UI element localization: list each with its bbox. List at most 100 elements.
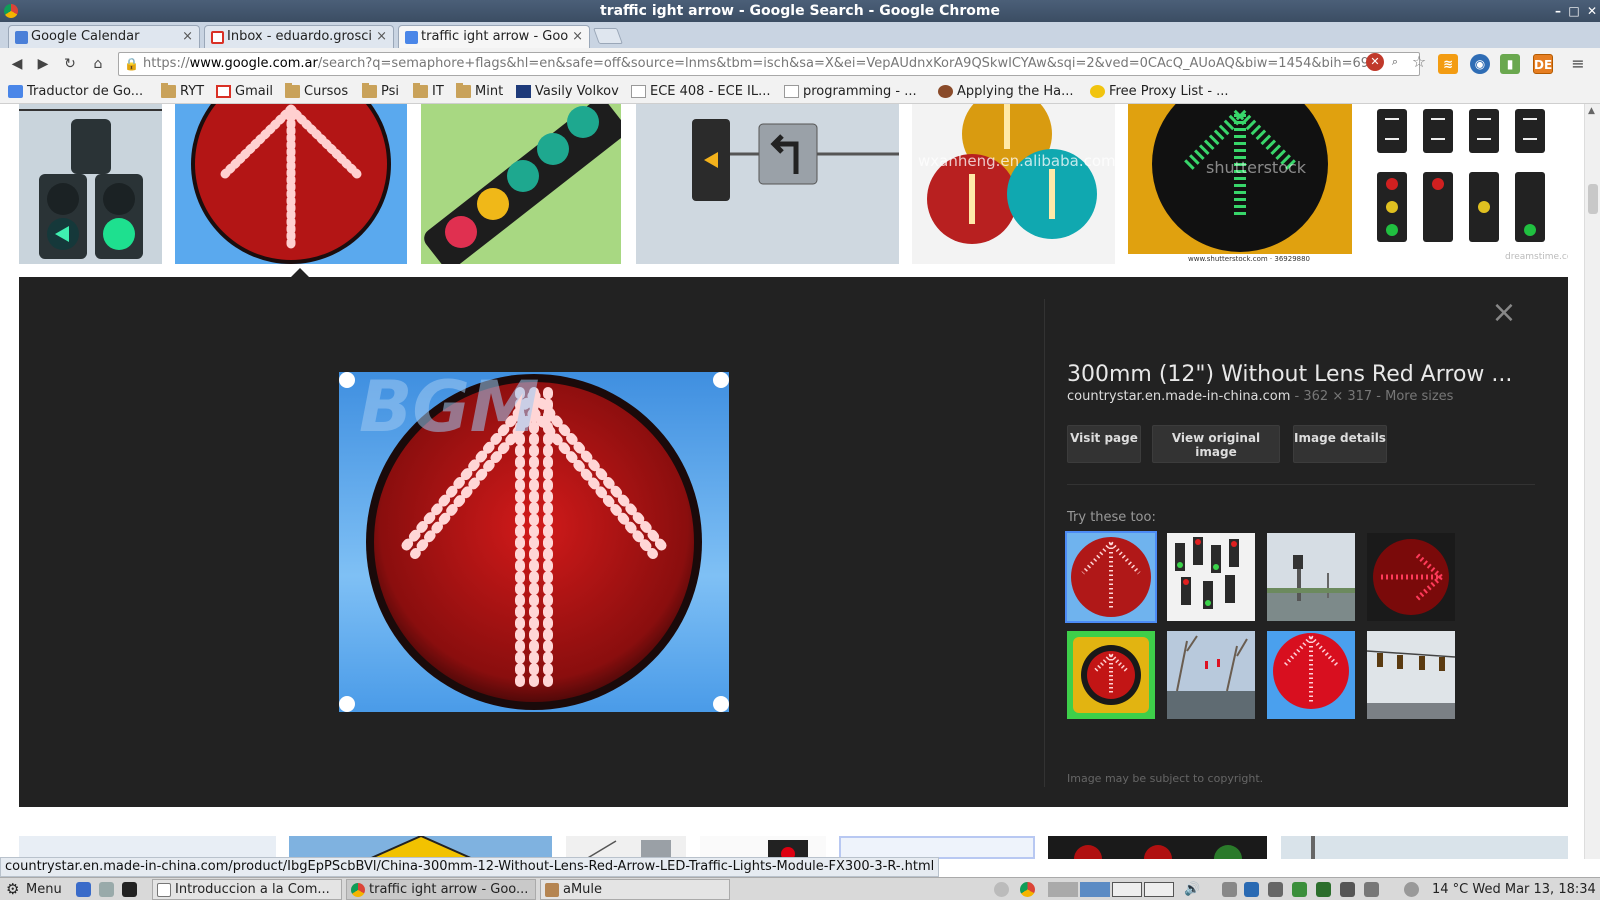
extension-icon[interactable]: ▮ [1500,54,1520,74]
check-icon[interactable] [1292,882,1307,897]
back-icon[interactable]: ◀ [7,54,27,74]
result-thumb-bottom-5[interactable] [839,836,1035,859]
tab-traffic-search[interactable]: traffic ight arrow - Goo × [398,25,590,48]
workspace-2[interactable] [1080,882,1110,897]
tab-close-icon[interactable]: × [572,26,583,48]
result-thumb-arrow-grid[interactable]: dreamstime.com [1365,104,1568,264]
menu-gear-icon[interactable]: ⚙ [6,880,19,899]
bookmark-ryt[interactable]: RYT [161,83,204,101]
scrollbar-thumb[interactable] [1588,184,1598,214]
related-thumb-yellow-housing[interactable] [1067,631,1155,719]
tab-close-icon[interactable]: × [376,26,387,48]
bookmark-star-icon[interactable]: ☆ [1410,53,1428,71]
related-thumb-red-arrow[interactable] [1065,531,1157,623]
puzzle-icon[interactable] [1268,882,1283,897]
taskbar-window-document[interactable]: Introduccion a la Com... [152,879,342,900]
result-thumb-three-arrow-lenses[interactable]: wxanheng.en.alibaba.com [912,104,1115,264]
red-arrow-blue-image [1267,631,1355,719]
image-details-button[interactable]: Image details [1293,425,1387,463]
tab-google-calendar[interactable]: Google Calendar × [8,25,200,48]
minimize-icon[interactable]: – [1550,0,1566,22]
home-icon[interactable]: ⌂ [88,54,108,74]
bookmark-cursos[interactable]: Cursos [285,83,348,101]
file-manager-icon[interactable] [99,882,114,897]
result-thumb-bottom-6[interactable] [1048,836,1267,859]
rss-icon[interactable]: ≋ [1438,54,1458,74]
network-icon[interactable] [1316,882,1331,897]
terminal-icon[interactable] [122,882,137,897]
result-thumb-red-arrow-selected[interactable] [175,104,407,264]
image-title[interactable]: 300mm (12") Without Lens Red Arrow ... [1067,362,1512,387]
result-thumb-traffic-light-green[interactable] [19,104,162,264]
bookmark-it[interactable]: IT [413,83,444,101]
result-thumb-bottom-7[interactable] [1281,836,1568,859]
reload-icon[interactable]: ↻ [60,54,80,74]
bookmark-ece408[interactable]: ECE 408 - ECE IL... [631,83,771,101]
battery-icon[interactable] [1364,882,1379,897]
source-link[interactable]: countrystar.en.made-in-china.com [1067,389,1290,404]
bookmark-psi[interactable]: Psi [362,83,399,101]
preview-image[interactable]: BGM [339,372,729,712]
url-host: www.google.com.ar [189,56,318,71]
bookmark-traductor[interactable]: Traductor de Go... [8,83,143,101]
related-thumb-signal-cluster[interactable] [1167,533,1255,621]
menu-icon[interactable]: ≡ [1568,54,1588,74]
maximize-icon[interactable]: □ [1566,0,1582,22]
result-thumb-diagonal-signal[interactable] [421,104,621,264]
result-thumb-green-arrow[interactable]: shutterstock www.shutterstock.com · 3692… [1128,104,1352,264]
blocked-icon[interactable]: ✕ [1366,53,1384,71]
address-bar[interactable]: 🔒 https://www.google.com.ar/search?q=sem… [118,52,1420,76]
weather-icon[interactable] [1404,882,1419,897]
taskbar-window-chrome[interactable]: traffic ight arrow - Goo... [346,879,536,900]
globe-extension-icon[interactable]: ◉ [1470,54,1490,74]
proxy-site-icon [1090,85,1105,98]
desktop-icon[interactable] [76,882,91,897]
result-thumb-bottom-1[interactable] [19,836,276,859]
taskbar-window-amule[interactable]: aMule [540,879,730,900]
bookmark-vasily-volkov[interactable]: Vasily Volkov [516,83,619,101]
related-thumb-street[interactable] [1167,631,1255,719]
watermark-text: wxanheng.en.alibaba.com [918,152,1115,170]
bookmark-applying[interactable]: Applying the Ha... [938,83,1074,101]
workspace-4[interactable] [1144,882,1174,897]
image-meta[interactable]: - 362 × 317 - More sizes [1290,389,1454,404]
result-thumb-bottom-2[interactable] [289,836,552,859]
bookmark-mint[interactable]: Mint [456,83,503,101]
close-preview-icon[interactable]: × [1490,298,1518,328]
visit-page-button[interactable]: Visit page [1067,425,1141,463]
workspace-1[interactable] [1048,882,1078,897]
scroll-up-icon[interactable]: ▲ [1588,106,1595,116]
dropbox-icon[interactable] [1244,882,1259,897]
start-menu-button[interactable]: Menu [26,880,62,899]
bookmark-free-proxy[interactable]: Free Proxy List - ... [1090,83,1229,101]
zoom-icon[interactable]: ⌕ [1386,53,1404,71]
volume-icon[interactable]: 🔊 [1184,880,1200,899]
clock-weather[interactable]: 14 °C Wed Mar 13, 18:34 [1432,880,1596,899]
brightness-icon[interactable] [994,882,1009,897]
related-thumb-overhead-signals[interactable] [1367,631,1455,719]
folder-icon [456,83,471,98]
chrome-tray-icon[interactable] [1020,882,1035,897]
red-arrow-light-image [175,104,407,264]
close-window-icon[interactable]: ✕ [1584,0,1600,22]
result-thumb-bottom-3[interactable] [566,836,686,859]
pen-icon[interactable] [1340,882,1355,897]
result-thumb-left-turn-sign[interactable] [636,104,899,264]
result-thumb-bottom-4[interactable] [700,836,826,859]
view-original-image-button[interactable]: View original image [1152,425,1280,463]
bookmark-programming[interactable]: programming - ... [784,83,917,101]
gmail-icon [211,31,224,44]
page-icon [784,85,799,98]
new-tab-button[interactable] [593,28,623,44]
workspace-3[interactable] [1112,882,1142,897]
page-scrollbar[interactable]: ▲ [1584,104,1600,859]
related-thumb-red-arrow-right[interactable] [1367,533,1455,621]
language-extension-icon[interactable]: DE [1533,54,1553,74]
forward-icon[interactable]: ▶ [33,54,53,74]
related-thumb-red-arrow-blue[interactable] [1267,631,1355,719]
tab-close-icon[interactable]: × [182,26,193,48]
tab-inbox[interactable]: Inbox - eduardo.grosci × [204,25,394,48]
bluetooth-icon[interactable] [1222,882,1237,897]
bookmark-gmail[interactable]: Gmail [216,83,273,101]
related-thumb-intersection[interactable] [1267,533,1355,621]
